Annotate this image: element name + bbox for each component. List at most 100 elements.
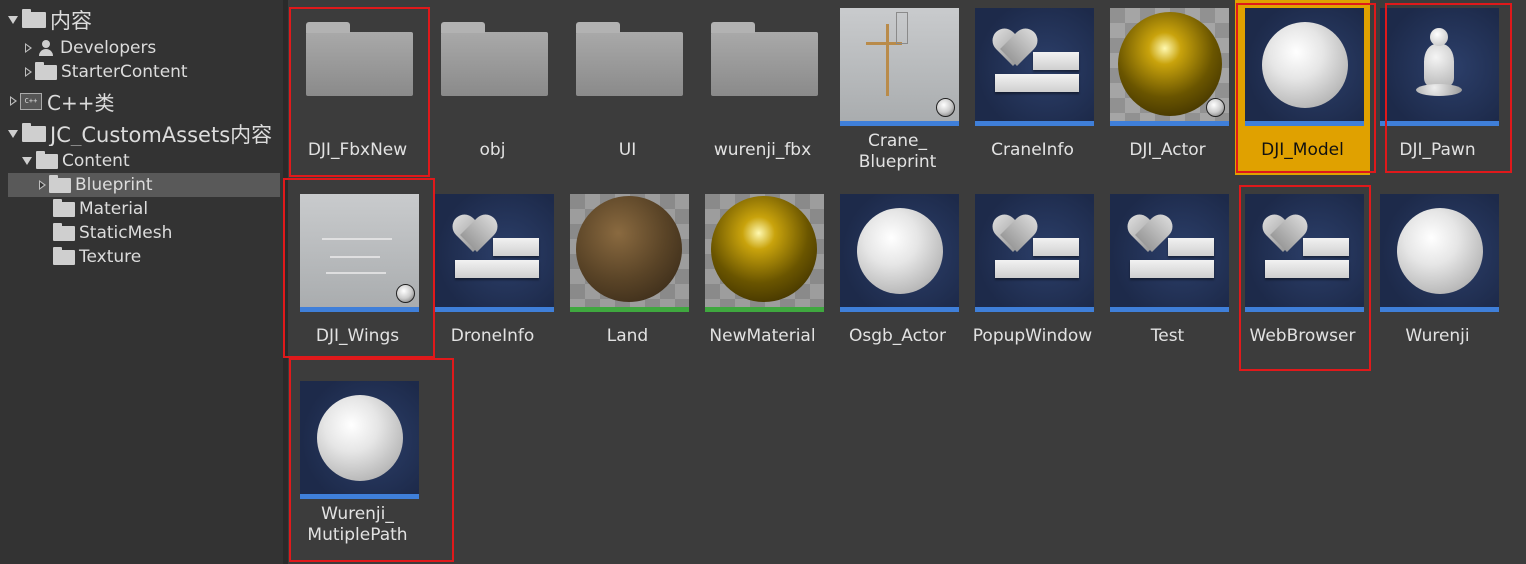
asset-tile[interactable]: NewMaterial [695,186,830,361]
folder-icon [35,61,57,80]
tree-item-cpp-classes[interactable]: C++ C++类 [0,89,283,113]
asset-tile[interactable]: WebBrowser [1235,186,1370,361]
asset-thumbnail [300,381,419,499]
asset-type-bar [1380,121,1499,126]
asset-tile[interactable]: wurenji_fbx [695,0,830,175]
tree-item-label: Texture [79,247,142,267]
heart-icon [453,216,497,256]
asset-type-bar [1245,121,1364,126]
tree-item-label: C++类 [47,90,115,114]
expanded-arrow-icon[interactable] [22,157,32,165]
asset-type-bar [300,307,419,312]
asset-label: NewMaterial [709,326,816,346]
asset-tile[interactable]: DJI_Model [1235,0,1370,175]
asset-label: WebBrowser [1249,326,1356,346]
asset-label: DJI_Actor [1129,140,1206,160]
tree-item-content-root[interactable]: 内容 [0,8,283,32]
asset-type-bar [1380,307,1499,312]
asset-type-bar [975,307,1094,312]
asset-tile[interactable]: DJI_Pawn [1370,0,1505,175]
asset-label: Crane_ Blueprint [858,131,937,172]
asset-tile[interactable]: DroneInfo [425,186,560,361]
tree-item-material[interactable]: Material [0,197,283,221]
heart-icon [993,30,1037,70]
folder-tree-panel: 内容 Developers StarterContent C++ C++类 JC… [0,0,283,564]
tree-item-startercontent[interactable]: StarterContent [0,60,283,84]
asset-label: DJI_Wings [315,326,400,346]
asset-type-bar [705,307,824,312]
pawn-base-shape [1416,84,1462,96]
heart-icon [993,216,1037,256]
tree-item-jc-customassets[interactable]: JC_CustomAssets内容 [0,122,283,146]
tree-item-label: Content [62,151,130,171]
asset-tile[interactable]: obj [425,0,560,175]
asset-thumbnail [840,194,959,312]
tree-item-staticmesh[interactable]: StaticMesh [0,221,283,245]
tree-item-label: Developers [60,38,157,58]
tree-item-label: StarterContent [61,62,188,82]
sphere-icon [857,208,943,294]
pawn-body-shape [1424,44,1454,88]
asset-tile[interactable]: DJI_Wings [290,186,425,361]
asset-tile[interactable]: Crane_ Blueprint [830,0,965,175]
sphere-icon [1397,208,1483,294]
cpp-class-icon: C++ [20,92,42,110]
asset-thumbnail [975,194,1094,312]
asset-thumbnail [1245,194,1364,312]
asset-label: wurenji_fbx [713,140,812,160]
asset-type-bar [840,307,959,312]
asset-tile[interactable]: Test [1100,186,1235,361]
tree-item-label: 内容 [50,9,92,32]
heart-icon [1263,216,1307,256]
asset-thumbnail [975,8,1094,126]
asset-tile[interactable]: CraneInfo [965,0,1100,175]
asset-thumbnail [1110,194,1229,312]
folder-icon [36,150,58,169]
card-icon [1303,238,1349,256]
gold-sphere-icon [1118,12,1222,116]
asset-tile[interactable]: DJI_Actor [1100,0,1235,175]
expanded-arrow-icon[interactable] [8,16,18,24]
asset-thumbnail [705,194,824,312]
card-icon [455,260,539,278]
asset-label: Test [1150,326,1185,346]
asset-tile[interactable]: Wurenji_ MutiplePath [290,373,425,548]
tree-item-label: StaticMesh [79,223,173,243]
asset-type-bar [300,494,419,499]
collapsed-arrow-icon[interactable] [39,180,46,190]
tree-item-blueprint[interactable]: Blueprint [8,173,280,197]
sphere-icon [317,395,403,481]
asset-type-bar [840,121,959,126]
collapsed-arrow-icon[interactable] [10,96,17,106]
brown-sphere-icon [576,196,682,302]
expanded-arrow-icon[interactable] [8,130,18,138]
folder-thumbnail-icon [306,22,413,96]
asset-tile[interactable]: Wurenji [1370,186,1505,361]
asset-tile[interactable]: UI [560,0,695,175]
asset-thumbnail [570,8,689,126]
asset-thumbnail [435,8,554,126]
asset-type-bar [1245,307,1364,312]
tree-item-developers[interactable]: Developers [0,36,283,60]
asset-label: DroneInfo [450,326,535,346]
tree-item-content[interactable]: Content [0,149,283,173]
tree-item-texture[interactable]: Texture [0,245,283,269]
asset-thumbnail [705,8,824,126]
asset-tile[interactable]: PopupWindow [965,186,1100,361]
card-icon [1130,260,1214,278]
tree-item-label: Blueprint [75,175,153,195]
asset-tile[interactable]: DJI_FbxNew [290,0,425,175]
asset-type-bar [435,307,554,312]
card-icon [995,74,1079,92]
asset-label: Wurenji_ MutiplePath [307,504,408,545]
asset-tile[interactable]: Osgb_Actor [830,186,965,361]
blueprint-ball-icon [936,98,955,117]
collapsed-arrow-icon[interactable] [25,67,32,77]
asset-tile[interactable]: Land [560,186,695,361]
asset-label: obj [479,140,506,160]
collapsed-arrow-icon[interactable] [25,43,32,53]
folder-icon [53,222,75,241]
asset-thumbnail [300,194,419,312]
asset-label: DJI_Model [1261,140,1344,160]
card-icon [1033,52,1079,70]
